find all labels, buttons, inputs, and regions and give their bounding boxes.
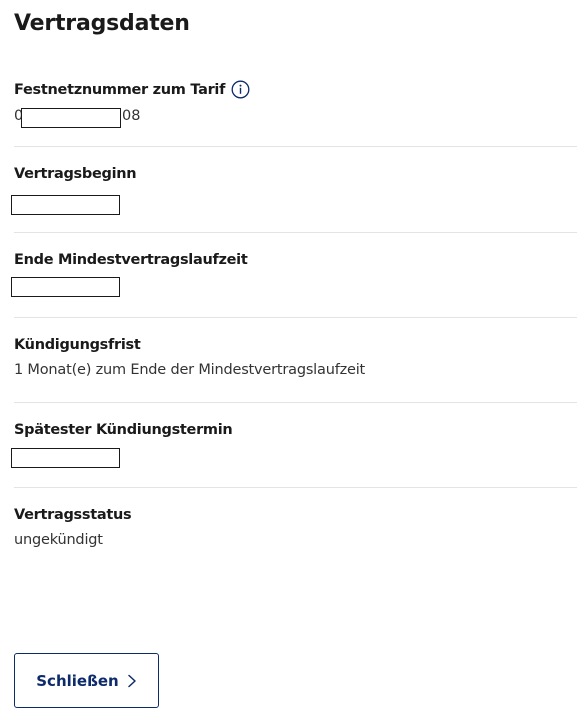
field-label: Ende Mindestvertragslaufzeit: [14, 252, 248, 268]
close-button[interactable]: Schließen: [14, 653, 159, 708]
field-label: Kündigungsfrist: [14, 337, 141, 353]
info-icon[interactable]: [231, 80, 250, 99]
field-label: Vertragsbeginn: [14, 166, 137, 182]
divider: [14, 317, 577, 318]
field-value: 1 Monat(e) zum Ende der Mindestvertragsl…: [14, 362, 366, 378]
field-value: ungekündigt: [14, 532, 103, 548]
divider: [14, 146, 577, 147]
phone-suffix: 08: [122, 108, 141, 124]
field-label: Vertragsstatus: [14, 507, 132, 523]
divider: [14, 232, 577, 233]
close-button-label: Schließen: [36, 671, 119, 690]
redacted-ende-mindestvertragslaufzeit: [11, 277, 120, 297]
field-label: Festnetznummer zum Tarif: [14, 81, 226, 98]
divider: [14, 402, 577, 403]
page-title: Vertragsdaten: [14, 11, 190, 36]
divider: [14, 487, 577, 488]
redacted-vertragsbeginn: [11, 195, 120, 215]
field-label: Spätester Kündiungstermin: [14, 422, 233, 438]
chevron-right-icon: [127, 674, 137, 688]
redacted-spaetester-kuendigungstermin: [11, 448, 120, 468]
redacted-phone-number: [21, 108, 121, 128]
